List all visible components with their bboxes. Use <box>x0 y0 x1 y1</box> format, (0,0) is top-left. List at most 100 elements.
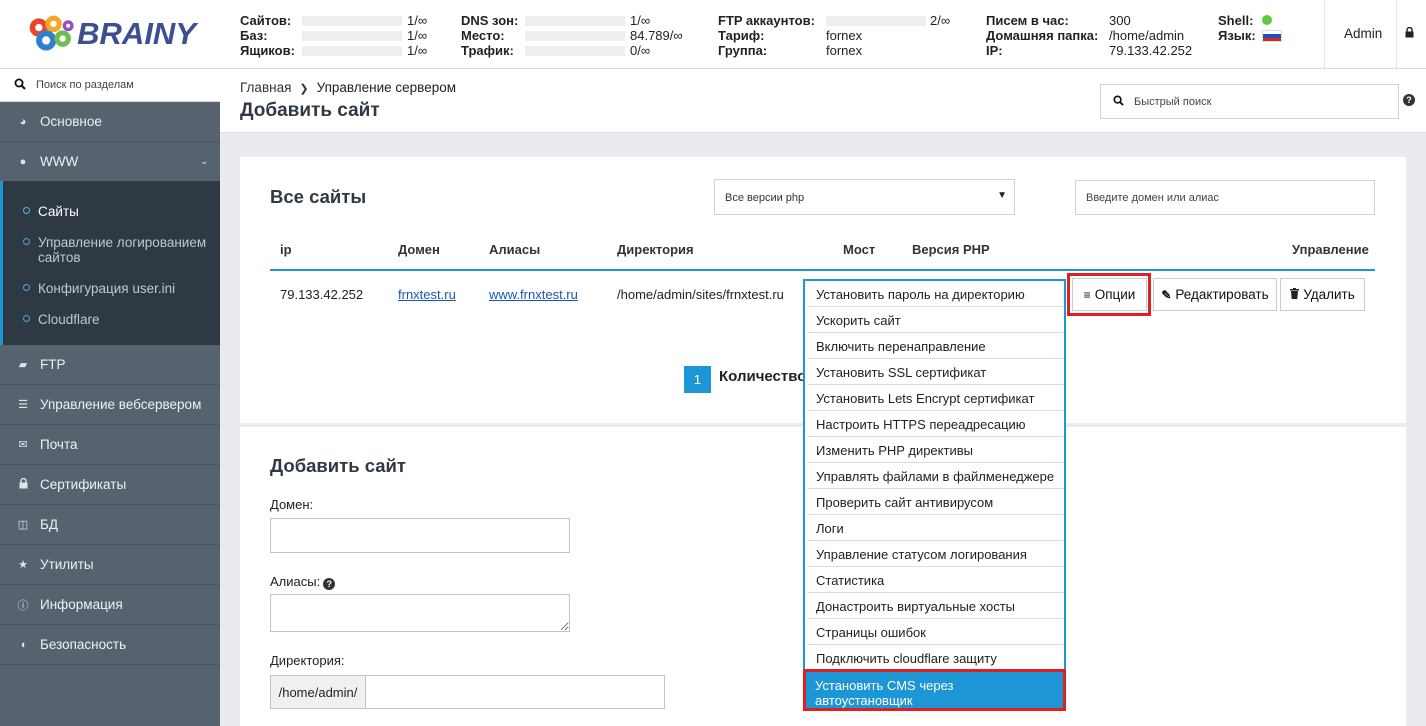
sidebar-subitem-logging[interactable]: Управление логированием сайтов <box>23 235 208 265</box>
menu-item-logging-status[interactable]: Управление статусом логирования <box>807 541 1064 567</box>
domain-filter-input[interactable] <box>1075 180 1375 215</box>
menu-item-statistics[interactable]: Статистика <box>807 567 1064 593</box>
shield-icon: ◖ <box>19 638 27 651</box>
edit-button[interactable]: ✎ Редактировать <box>1153 278 1277 311</box>
stat-label: Ящиков: <box>240 43 295 58</box>
sites-title: Все сайты <box>270 186 367 207</box>
sidebar-subitem-userini[interactable]: Конфигурация user.ini <box>23 281 208 296</box>
menu-item-antivirus[interactable]: Проверить сайт антивирусом <box>807 489 1064 515</box>
sidebar-item-utilities[interactable]: ★ Утилиты <box>0 545 220 585</box>
caret-down-icon: ▼ <box>997 190 1007 201</box>
sidebar-search-input[interactable] <box>36 79 206 91</box>
shell-status-dot <box>1262 15 1272 25</box>
menu-item-error-pages[interactable]: Страницы ошибок <box>807 619 1064 645</box>
menu-item-php-directives[interactable]: Изменить PHP директивы <box>807 437 1064 463</box>
stat-label: Сайтов: <box>240 13 292 28</box>
stat-bar <box>525 46 625 56</box>
php-version-select[interactable]: Все версии php ▼ <box>714 179 1015 215</box>
domain-input[interactable] <box>270 518 570 553</box>
column-header-bridge: Мост <box>843 242 876 257</box>
sidebar-item-security[interactable]: ◖ Безопасность <box>0 625 220 665</box>
sidebar-item-label: Утилиты <box>40 557 94 572</box>
delete-button[interactable]: Удалить <box>1280 278 1365 311</box>
column-header-domain: Домен <box>398 242 440 257</box>
quick-search <box>1100 84 1399 119</box>
column-header-php-version: Версия PHP <box>912 242 990 257</box>
stat-label: Место: <box>461 28 505 43</box>
server-icon: ☰ <box>18 399 28 411</box>
sidebar-item-webserver[interactable]: ☰ Управление вебсервером <box>0 385 220 425</box>
sidebar-item-www[interactable]: ● WWW ⌄ <box>0 142 220 182</box>
menu-item-ssl[interactable]: Установить SSL сертификат <box>807 359 1064 385</box>
menu-item-logs[interactable]: Логи <box>807 515 1064 541</box>
logout-lock-icon[interactable] <box>1405 26 1414 41</box>
user-name[interactable]: Admin <box>1344 26 1382 41</box>
stat-value: 1/∞ <box>630 13 651 28</box>
stat-value: 1/∞ <box>407 13 428 28</box>
options-button[interactable]: ≡ Опции <box>1072 278 1147 311</box>
circle-icon <box>23 315 30 322</box>
russian-flag-icon[interactable] <box>1262 30 1282 42</box>
sidebar-item-label: Управление вебсервером <box>40 397 202 412</box>
header-divider <box>1396 0 1397 68</box>
menu-item-set-password[interactable]: Установить пароль на директорию <box>807 281 1064 307</box>
column-header-actions: Управление <box>1292 242 1369 257</box>
menu-item-redirect[interactable]: Включить перенаправление <box>807 333 1064 359</box>
stat-value: 79.133.42.252 <box>1109 43 1193 58</box>
domain-label: Домен: <box>270 497 314 512</box>
brainy-logo[interactable]: BRAINY <box>26 10 196 58</box>
logo-text: BRAINY <box>77 16 196 51</box>
pagination-page-1[interactable]: 1 <box>684 366 711 393</box>
sidebar: ◕ Основное ● WWW ⌄ Сайты Управление логи… <box>0 69 220 726</box>
sidebar-item-ftp[interactable]: ▰ FTP <box>0 345 220 385</box>
www-submenu: Сайты Управление логированием сайтов Кон… <box>0 181 220 345</box>
folder-open-icon: ▰ <box>18 359 28 371</box>
menu-item-cloudflare[interactable]: Подключить cloudflare защиту <box>807 645 1064 671</box>
sidebar-item-db[interactable]: ◫ БД <box>0 505 220 545</box>
envelope-icon: ✉ <box>18 439 28 451</box>
aliases-label: Алиасы:? <box>270 574 336 590</box>
menu-item-https-redirect[interactable]: Настроить HTTPS переадресацию <box>807 411 1064 437</box>
sidebar-item-certificates[interactable]: Сертификаты <box>0 465 220 505</box>
sidebar-item-label: FTP <box>40 357 66 372</box>
sidebar-item-mail[interactable]: ✉ Почта <box>0 425 220 465</box>
sidebar-subitem-sites[interactable]: Сайты <box>23 204 208 219</box>
directory-input[interactable] <box>365 675 665 709</box>
cell-directory: /home/admin/sites/frnxtest.ru <box>617 287 784 302</box>
stat-bar <box>302 31 402 41</box>
circle-icon <box>23 284 30 291</box>
database-icon: ◫ <box>17 519 29 531</box>
sidebar-item-info[interactable]: ⓘ Информация <box>0 585 220 625</box>
aliases-textarea[interactable] <box>270 594 570 632</box>
page-topbar: Главная ❯ Управление сервером Добавить сай… <box>220 69 1426 133</box>
sidebar-item-basic[interactable]: ◕ Основное <box>0 102 220 142</box>
header-divider <box>1324 0 1325 68</box>
help-icon[interactable]: ? <box>323 578 336 590</box>
help-icon[interactable]: ? <box>1403 94 1415 106</box>
sidebar-search <box>0 69 220 102</box>
chevron-right-icon: ❯ <box>299 83 309 95</box>
search-icon <box>14 78 26 93</box>
gears-icon <box>29 15 74 51</box>
domain-link[interactable]: frnxtest.ru <box>398 287 456 302</box>
sidebar-item-label: Почта <box>40 437 78 452</box>
directory-prefix: /home/admin/ <box>270 675 366 709</box>
sidebar-item-label: Безопасность <box>40 637 127 652</box>
sidebar-subitem-cloudflare[interactable]: Cloudflare <box>23 312 208 327</box>
quick-search-input[interactable] <box>1134 95 1384 108</box>
menu-item-install-cms[interactable]: Установить CMS через автоустановщик <box>803 669 1066 711</box>
alias-link[interactable]: www.frnxtest.ru <box>489 287 578 302</box>
stat-label: Тариф: <box>718 28 765 43</box>
trash-icon <box>1290 287 1300 302</box>
lock-icon <box>16 477 30 492</box>
menu-item-speed-up[interactable]: Ускорить сайт <box>807 307 1064 333</box>
stat-value: 1/∞ <box>407 28 428 43</box>
menu-item-lets-encrypt[interactable]: Установить Lets Encrypt сертификат <box>807 385 1064 411</box>
stat-label: Группа: <box>718 43 768 58</box>
menu-item-file-manager[interactable]: Управлять файлами в файлменеджере <box>807 463 1064 489</box>
stat-value: fornex <box>826 43 863 58</box>
menu-item-virtual-hosts[interactable]: Донастроить виртуальные хосты <box>807 593 1064 619</box>
column-header-aliases: Алиасы <box>489 242 541 257</box>
stat-label: IP: <box>986 43 1003 58</box>
breadcrumb-home-link[interactable]: Главная <box>240 80 291 95</box>
